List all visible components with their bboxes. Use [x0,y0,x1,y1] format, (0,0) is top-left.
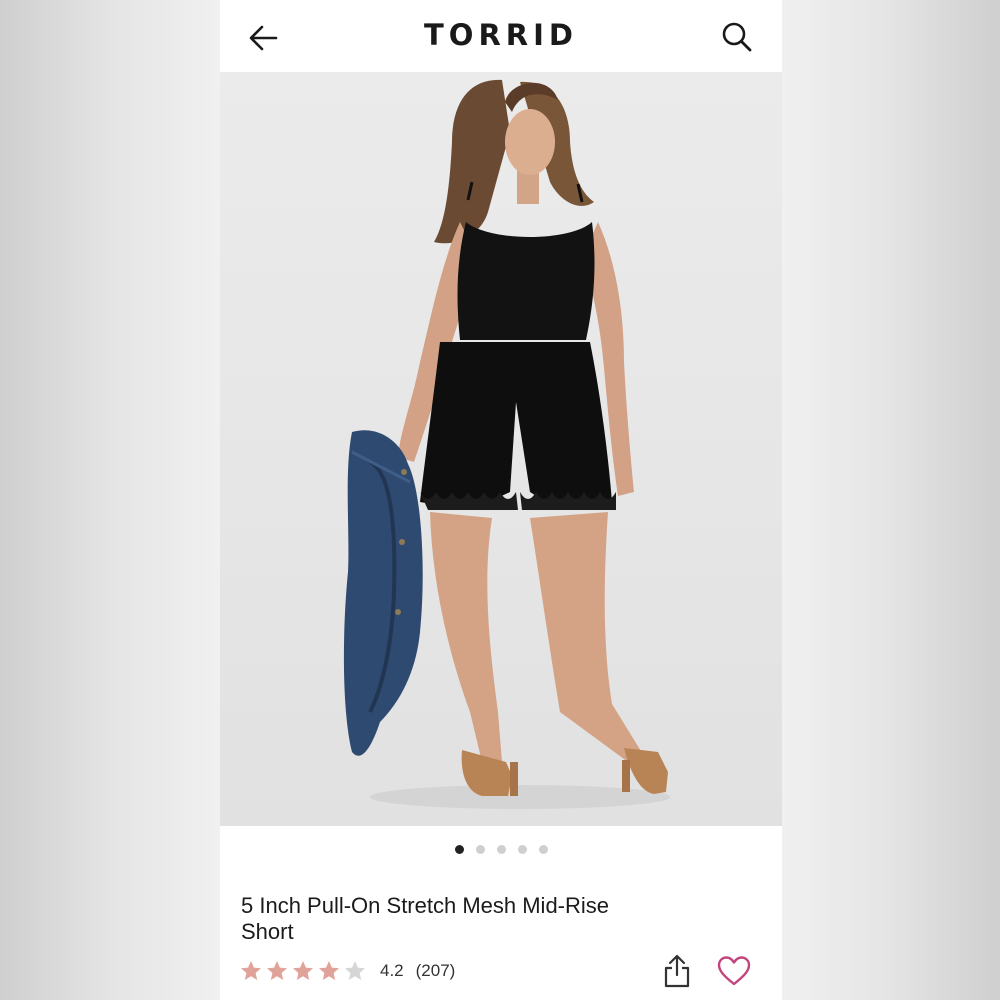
brand-logo[interactable]: TORRID [220,18,782,52]
image-carousel-indicator [220,841,782,854]
star-filled-icon [319,961,339,980]
rating-stars [240,960,370,982]
carousel-dot[interactable] [475,845,485,854]
top-navigation-bar: TORRID [220,0,782,72]
star-filled-icon [267,961,287,980]
rating-value: 4.2 [380,961,404,980]
carousel-dot[interactable] [538,845,548,854]
product-title: 5 Inch Pull-On Stretch Mesh Mid-Rise Sho… [241,893,610,944]
heart-icon [717,956,751,986]
app-screen: TORRID 5 Inch Pull-On Stretch Mesh Mid-R… [220,0,782,1000]
search-button[interactable] [720,20,754,54]
model-photo-illustration [343,79,670,809]
review-count[interactable]: (207) [416,961,456,981]
share-icon [664,954,690,988]
star-filled-icon [241,961,261,980]
star-filled-icon [293,961,313,980]
carousel-dot[interactable] [517,845,527,854]
product-rating[interactable]: 4.2 (207) [240,957,455,985]
share-button[interactable] [662,953,692,989]
carousel-dot[interactable] [496,845,506,854]
search-icon [722,22,752,52]
product-image[interactable] [220,72,782,826]
carousel-dot[interactable] [454,845,464,854]
star-empty-icon [345,961,365,980]
wishlist-button[interactable] [716,955,752,987]
